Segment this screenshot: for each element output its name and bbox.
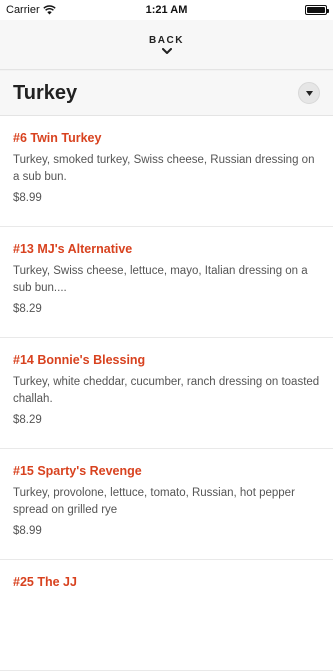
item-name: #25 The JJ [13,575,77,589]
carrier-label: Carrier [6,4,40,16]
item-description: Turkey, Swiss cheese, lettuce, mayo, Ita… [13,265,308,294]
menu-item[interactable]: #14 Bonnie's Blessing Turkey, white ched… [0,338,333,449]
back-label: BACK [149,34,184,46]
menu-item-list: #6 Twin Turkey Turkey, smoked turkey, Sw… [0,116,333,671]
status-left: Carrier [6,4,96,16]
status-bar: Carrier 1:21 AM [0,0,333,20]
battery-icon [305,5,329,15]
collapse-toggle-button[interactable] [298,82,320,104]
item-name: #15 Sparty's Revenge [13,464,142,478]
item-name: #13 MJ's Alternative [13,242,133,256]
menu-item[interactable]: #25 The JJ [0,560,333,671]
menu-item[interactable]: #15 Sparty's Revenge Turkey, provolone, … [0,449,333,560]
section-header: Turkey [0,71,333,116]
item-price: $8.99 [13,525,42,537]
item-name: #14 Bonnie's Blessing [13,353,146,367]
chevron-down-icon [161,47,172,54]
item-description: Turkey, white cheddar, cucumber, ranch d… [13,376,320,405]
status-time: 1:21 AM [145,4,188,16]
item-description: Turkey, provolone, lettuce, tomato, Russ… [13,487,295,516]
status-right [237,5,329,15]
item-price: $8.99 [13,192,42,204]
item-price: $8.29 [13,414,42,426]
item-description: Turkey, smoked turkey, Swiss cheese, Rus… [13,154,315,183]
item-price: $8.29 [13,303,42,315]
item-name: #6 Twin Turkey [13,131,102,145]
caret-down-icon [305,90,313,96]
menu-item[interactable]: #13 MJ's Alternative Turkey, Swiss chees… [0,227,333,338]
section-title: Turkey [13,81,78,104]
menu-item[interactable]: #6 Twin Turkey Turkey, smoked turkey, Sw… [0,116,333,227]
wifi-icon [42,5,56,15]
back-button[interactable]: BACK [0,20,333,70]
